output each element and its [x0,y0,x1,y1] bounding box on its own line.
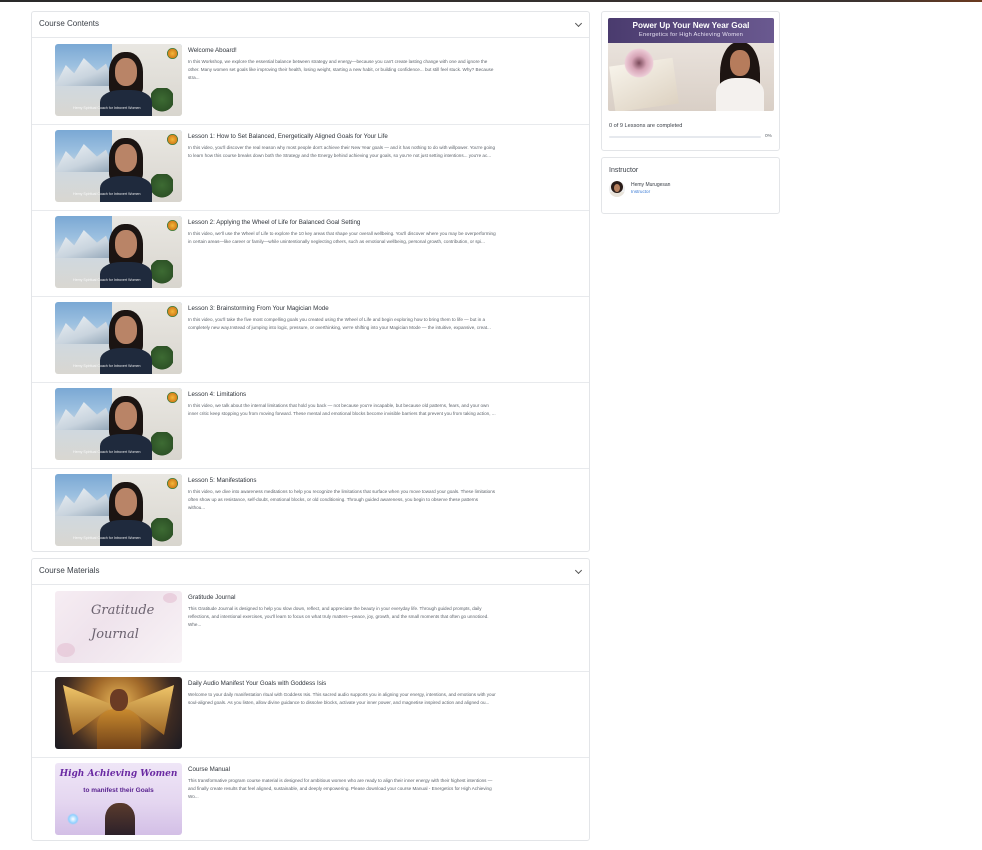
lesson-title[interactable]: Lesson 5: Manifestations [188,477,256,484]
lesson-description: In this video, you'll discover the real … [188,145,496,158]
lesson-item[interactable]: Hemy Spiritual Coach for Introvert Women… [32,38,589,125]
lesson-thumbnail[interactable]: Hemy Spiritual Coach for Introvert Women [55,388,182,460]
thumbnail-text: Gratitude [91,603,155,618]
material-item[interactable]: High Achieving Women to manifest their G… [32,757,589,841]
lesson-description: In this video, you'll take the five most… [188,317,491,330]
material-title[interactable]: Course Manual [188,766,230,773]
logo-icon [167,478,178,489]
lesson-description: In this video, we talk about the interna… [188,403,496,416]
chevron-down-icon[interactable] [574,19,583,28]
lesson-item[interactable]: Hemy Spiritual Coach for Introvert Women… [32,296,589,383]
lesson-description: In this Workshop, we explore the essenti… [188,59,494,80]
lesson-item[interactable]: Hemy Spiritual Coach for Introvert Women… [32,468,589,552]
progress-percent: 0% [765,134,772,139]
thumbnail-text: Journal [91,627,139,642]
cover-subtitle: Energetics for High Achieving Women [638,32,744,38]
logo-icon [167,48,178,59]
instructor-card: Instructor Hemy Murugesan Instructor [601,157,780,214]
logo-icon [167,306,178,317]
top-bar [0,0,982,2]
avatar[interactable] [609,181,625,197]
lesson-title[interactable]: Lesson 1: How to Set Balanced, Energetic… [188,133,388,140]
material-description: This transformative program course mater… [188,778,493,799]
video-watermark: Hemy Spiritual Coach for Introvert Women [73,536,141,540]
course-contents-header[interactable]: Course Contents [32,12,589,38]
lesson-item[interactable]: Hemy Spiritual Coach for Introvert Women… [32,382,589,469]
thumbnail-text: to manifest their Goals [83,787,154,794]
video-watermark: Hemy Spiritual Coach for Introvert Women [73,192,141,196]
material-item[interactable]: Gratitude Journal Gratitude Journal This… [32,585,589,672]
material-description: This Gratitude Journal is designed to he… [188,606,489,627]
instructor-heading: Instructor [609,167,639,174]
cover-title: Power Up Your New Year Goal [632,21,750,30]
lesson-description: In this video, we dive into awareness me… [188,489,496,510]
lesson-item[interactable]: Hemy Spiritual Coach for Introvert Women… [32,210,589,297]
course-materials-title: Course Materials [39,566,100,575]
lesson-title[interactable]: Lesson 3: Brainstorming From Your Magici… [188,305,329,312]
chevron-down-icon[interactable] [574,566,583,575]
lesson-thumbnail[interactable]: Hemy Spiritual Coach for Introvert Women [55,44,182,116]
video-watermark: Hemy Spiritual Coach for Introvert Women [73,450,141,454]
course-progress-card: Power Up Your New Year Goal Energetics f… [601,11,780,151]
lesson-title[interactable]: Welcome Aboard! [188,47,237,54]
video-watermark: Hemy Spiritual Coach for Introvert Women [73,106,141,110]
progress-text: 0 of 9 Lessons are completed [609,123,683,129]
logo-icon [167,134,178,145]
instructor-name[interactable]: Hemy Murugesan [631,182,670,188]
lesson-thumbnail[interactable]: Hemy Spiritual Coach for Introvert Women [55,216,182,288]
material-item[interactable]: Daily Audio Manifest Your Goals with God… [32,671,589,758]
material-title[interactable]: Daily Audio Manifest Your Goals with God… [188,680,326,687]
logo-icon [167,392,178,403]
lesson-thumbnail[interactable]: Hemy Spiritual Coach for Introvert Women [55,302,182,374]
course-materials-panel: Course Materials Gratitude Journal Grati… [31,558,590,841]
lesson-title[interactable]: Lesson 2: Applying the Wheel of Life for… [188,219,360,226]
course-cover-image[interactable]: Power Up Your New Year Goal Energetics f… [608,18,774,111]
course-contents-panel: Course Contents Hemy Spiritual Coach for… [31,11,590,552]
lesson-title[interactable]: Lesson 4: Limitations [188,391,246,398]
video-watermark: Hemy Spiritual Coach for Introvert Women [73,278,141,282]
lesson-item[interactable]: Hemy Spiritual Coach for Introvert Women… [32,124,589,211]
material-description: Welcome to your daily manifestation ritu… [188,692,496,705]
material-thumbnail[interactable]: High Achieving Women to manifest their G… [55,763,182,835]
lesson-thumbnail[interactable]: Hemy Spiritual Coach for Introvert Women [55,474,182,546]
lesson-thumbnail[interactable]: Hemy Spiritual Coach for Introvert Women [55,130,182,202]
logo-icon [167,220,178,231]
instructor-role: Instructor [631,189,651,194]
course-materials-header[interactable]: Course Materials [32,559,589,585]
video-watermark: Hemy Spiritual Coach for Introvert Women [73,364,141,368]
lesson-description: In this video, we'll use the Wheel of Li… [188,231,496,244]
material-thumbnail[interactable] [55,677,182,749]
course-contents-title: Course Contents [39,19,100,28]
material-title[interactable]: Gratitude Journal [188,594,235,601]
material-thumbnail[interactable]: Gratitude Journal [55,591,182,663]
thumbnail-text: High Achieving Women [59,769,178,779]
progress-bar [609,136,761,138]
